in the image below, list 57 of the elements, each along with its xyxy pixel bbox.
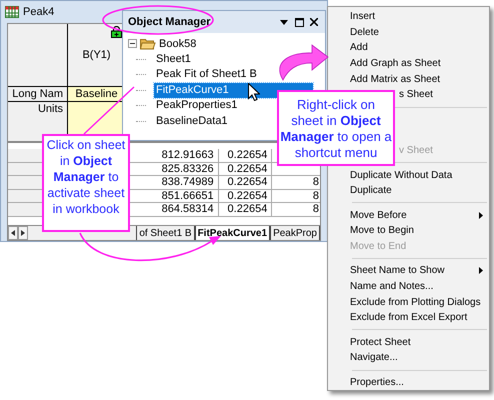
menu-item[interactable]: Duplicate xyxy=(328,182,489,198)
sheet-tab[interactable]: of Sheet1 B xyxy=(136,226,195,240)
menu-item[interactable]: Sheet Name to Show xyxy=(328,263,489,279)
menu-item[interactable]: Move Before xyxy=(328,207,489,223)
lock-icon xyxy=(111,26,122,38)
tree-item[interactable]: Peak Fit of Sheet1 B xyxy=(154,67,259,82)
tree-item[interactable]: Sheet1 xyxy=(154,52,193,67)
table-cell: 0.22654 xyxy=(218,176,272,188)
callout-note: Right-click on sheet in Object Manager to open a shortcut menu xyxy=(277,90,395,166)
folder-icon xyxy=(140,38,156,50)
table-cell-text: 8 xyxy=(312,190,320,202)
scroll-left-button[interactable] xyxy=(8,226,18,240)
menu-item[interactable]: Insert xyxy=(328,9,489,25)
menu-item[interactable]: Protect Sheet xyxy=(328,334,489,350)
sheet-tab[interactable]: PeakProp xyxy=(270,226,320,240)
submenu-arrow-icon xyxy=(479,267,483,274)
menu-item[interactable]: Navigate... xyxy=(328,350,489,366)
window-title: Peak4 xyxy=(23,4,54,20)
table-cell-text: 8 xyxy=(312,203,320,216)
row-header xyxy=(8,176,44,188)
row-label: Long Nam xyxy=(8,87,68,102)
row-header xyxy=(8,203,44,216)
grid-icon xyxy=(5,6,19,18)
cursor-icon xyxy=(248,83,260,101)
collapse-icon[interactable] xyxy=(128,39,137,48)
menu-item[interactable]: Exclude from Plotting Dialogs xyxy=(328,294,489,310)
right-arrow-icon xyxy=(20,230,26,236)
scroll-right-button[interactable] xyxy=(18,226,28,240)
table-cell: 0.22654 xyxy=(218,149,272,162)
menu-item[interactable]: Exclude from Excel Export xyxy=(328,310,489,326)
close-icon[interactable] xyxy=(308,16,320,28)
menu-item[interactable]: Add Graph as Sheet xyxy=(328,56,489,72)
maximize-icon[interactable] xyxy=(293,16,305,28)
tree-item[interactable]: BaselineData1 xyxy=(154,114,230,129)
tree-item[interactable]: PeakProperties1 xyxy=(154,98,240,114)
menu-item[interactable]: Add Matrix as Sheet xyxy=(328,71,489,87)
menu-item[interactable]: Move to Begin xyxy=(328,222,489,239)
row-header xyxy=(8,149,44,162)
menu-item[interactable]: s Sheet xyxy=(398,86,489,103)
tree-item[interactable]: Book58 xyxy=(159,36,196,52)
callout-note: Click on sheet in Object Manager to activate sheet in workbook xyxy=(42,134,130,232)
table-cell-text: 8 xyxy=(312,176,320,188)
menu-item[interactable]: Duplicate Without Data xyxy=(328,167,489,183)
menu-item[interactable]: Properties... xyxy=(328,374,489,390)
menu-item[interactable]: Delete xyxy=(328,24,489,40)
menu-item[interactable]: Add xyxy=(328,40,489,56)
menu-item[interactable]: Name and Notes... xyxy=(328,278,489,294)
table-cell: 0.22654 xyxy=(218,162,272,175)
curved-arrow xyxy=(279,44,328,80)
panel-title: Object Manager xyxy=(128,14,212,30)
table-cell: 0.22654 xyxy=(218,203,272,216)
header-cell xyxy=(8,24,68,87)
submenu-arrow-icon xyxy=(479,212,483,219)
table-cell: 0.22654 xyxy=(218,190,272,202)
left-arrow-icon xyxy=(10,230,16,236)
sheet-tab[interactable]: FitPeakCurve1 xyxy=(194,226,270,240)
row-label: Units xyxy=(8,102,68,141)
